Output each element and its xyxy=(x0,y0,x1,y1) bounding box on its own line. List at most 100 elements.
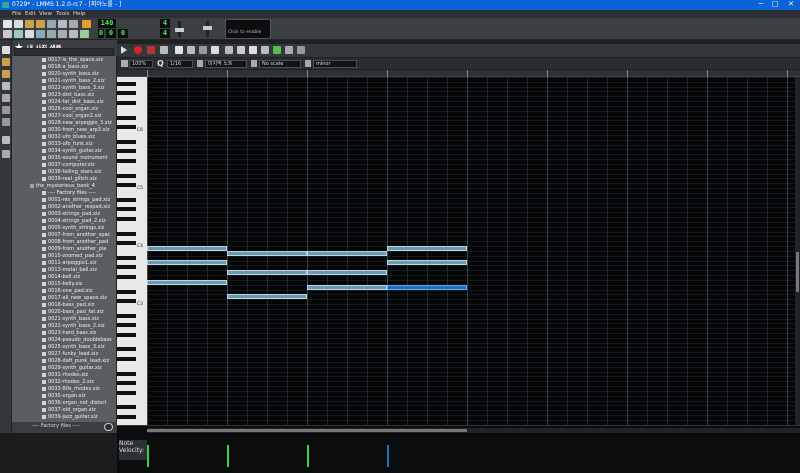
list-item[interactable]: 0017-is_the_space.xiz xyxy=(42,57,103,64)
black-key[interactable] xyxy=(117,299,136,304)
list-item[interactable]: 0022-synth_bass_2.xiz xyxy=(42,323,105,330)
list-item[interactable]: 0028-new_arpeggio_3.xiz xyxy=(42,120,112,127)
black-key[interactable] xyxy=(117,217,136,222)
black-key[interactable] xyxy=(117,415,136,420)
note[interactable] xyxy=(307,284,387,290)
list-item[interactable]: 0008-from_another_pad xyxy=(42,239,108,246)
list-item[interactable]: 0023-hard_bass.xiz xyxy=(42,330,96,337)
save-icon[interactable] xyxy=(47,20,56,28)
mixer-icon[interactable] xyxy=(47,30,56,38)
list-item[interactable]: 0033-ufo_funk.xiz xyxy=(42,141,93,148)
pitch-bend-icon[interactable] xyxy=(211,46,219,54)
black-key[interactable] xyxy=(117,197,136,202)
erase-mode-icon[interactable] xyxy=(187,46,195,54)
play-icon[interactable] xyxy=(121,46,127,54)
list-item[interactable]: 0010-zoomed_pad.xiz xyxy=(42,253,103,260)
note[interactable] xyxy=(387,260,467,266)
instrument-plugins-tab-icon[interactable] xyxy=(2,46,10,54)
quantize-select[interactable]: 1/16 xyxy=(167,60,193,68)
piano-keyboard[interactable]: C6 C5 C4 C3 xyxy=(117,77,147,425)
black-key[interactable] xyxy=(117,173,136,178)
automation-editor-icon[interactable] xyxy=(36,30,45,38)
tempo-display[interactable]: 140 xyxy=(98,19,116,28)
menu-tools[interactable]: Tools xyxy=(56,10,70,18)
controller-rack-icon[interactable] xyxy=(58,30,67,38)
record-icon[interactable] xyxy=(134,46,142,54)
export-icon[interactable] xyxy=(58,20,67,28)
black-key[interactable] xyxy=(117,149,136,154)
select-mode-icon[interactable] xyxy=(199,46,207,54)
maximize-button[interactable]: □ xyxy=(770,0,780,10)
note[interactable] xyxy=(227,250,307,256)
timeline-ruler[interactable] xyxy=(117,70,800,77)
black-key[interactable] xyxy=(117,381,136,386)
list-item[interactable]: 0003-strings_pad.xiz xyxy=(42,211,100,218)
menu-edit[interactable]: Edit xyxy=(25,10,36,18)
black-key[interactable] xyxy=(117,313,136,318)
quantize-icon[interactable] xyxy=(225,46,233,54)
list-item[interactable]: 0035-organ.xiz xyxy=(42,393,86,400)
black-key[interactable] xyxy=(117,255,136,260)
list-item[interactable]: 0015-belly.xiz xyxy=(42,281,82,288)
open-project-icon[interactable] xyxy=(25,20,34,28)
timesig-numerator[interactable]: 4 xyxy=(160,19,170,28)
black-key[interactable] xyxy=(117,323,136,328)
black-key[interactable] xyxy=(117,265,136,270)
note[interactable] xyxy=(147,246,227,251)
note[interactable] xyxy=(307,270,387,276)
list-item[interactable]: 0039-jazz_guitar.xiz xyxy=(42,414,98,421)
note[interactable] xyxy=(147,260,227,266)
black-key[interactable] xyxy=(117,139,136,144)
list-item[interactable]: 0032-ufo_blues.xiz xyxy=(42,134,95,141)
follow-icon[interactable] xyxy=(273,46,281,54)
black-key[interactable] xyxy=(117,91,136,96)
list-item[interactable]: 0004-strings_pad_2.xiz xyxy=(42,218,106,225)
warning-icon[interactable] xyxy=(82,20,91,28)
black-key[interactable] xyxy=(117,289,136,294)
list-item[interactable]: 0024-fat_dist_bass.xiz xyxy=(42,99,103,106)
black-key[interactable] xyxy=(117,347,136,352)
list-item[interactable]: 0039-real_glitch.xiz xyxy=(42,176,97,183)
draw-mode-icon[interactable] xyxy=(175,46,183,54)
browser-search-input[interactable] xyxy=(14,48,114,56)
black-key[interactable] xyxy=(117,81,136,86)
presets-tab-icon[interactable] xyxy=(2,82,10,90)
list-item[interactable]: 0014-bell.xiz xyxy=(42,274,80,281)
horizontal-scrollbar[interactable] xyxy=(147,428,800,433)
list-item[interactable]: 0002-another_respad.xiz xyxy=(42,204,110,211)
black-key[interactable] xyxy=(117,101,136,106)
list-item[interactable]: 0017-all_new_space.xiz xyxy=(42,295,107,302)
song-editor-icon[interactable] xyxy=(3,30,12,38)
note[interactable] xyxy=(227,270,307,276)
root-tab-icon[interactable] xyxy=(2,106,10,114)
list-item[interactable]: 0027-cool_organ2.xiz xyxy=(42,113,101,120)
note[interactable] xyxy=(147,279,227,285)
master-volume-handle[interactable] xyxy=(175,28,184,32)
black-key[interactable] xyxy=(117,115,136,120)
list-item[interactable]: 0029-synth_guitar.xiz xyxy=(42,365,102,372)
note[interactable] xyxy=(387,284,467,290)
black-key[interactable] xyxy=(117,357,136,362)
list-item[interactable]: 0013-metal_bell.xiz xyxy=(42,267,97,274)
black-key[interactable] xyxy=(117,371,136,376)
note[interactable] xyxy=(227,294,307,300)
copy-icon[interactable] xyxy=(249,46,257,54)
velocity-bar[interactable] xyxy=(387,445,389,467)
cut-icon[interactable] xyxy=(237,46,245,54)
black-key[interactable] xyxy=(117,125,136,130)
list-item[interactable]: 0007-from_another_spac xyxy=(42,232,110,239)
velocity-bar[interactable] xyxy=(147,445,149,467)
scale-select[interactable]: No scale xyxy=(259,60,301,68)
close-button[interactable]: ✕ xyxy=(786,0,796,10)
master-pitch-handle[interactable] xyxy=(203,26,212,30)
list-item[interactable]: 0016-one_pad.xiz xyxy=(42,288,92,295)
note-grid[interactable] xyxy=(147,77,800,425)
list-item[interactable]: 0038-falling_stars.xiz xyxy=(42,169,101,176)
menu-view[interactable]: View xyxy=(39,10,52,18)
list-item[interactable]: 0030-from_new_arp3.xiz xyxy=(42,127,110,134)
list-item[interactable]: 0021-synth_bass.xiz xyxy=(42,316,99,323)
list-item[interactable]: 0023-dist_bass.xiz xyxy=(42,92,94,99)
menu-help[interactable]: Help xyxy=(73,10,86,18)
black-key[interactable] xyxy=(117,405,136,410)
export-tracks-icon[interactable] xyxy=(69,20,78,28)
